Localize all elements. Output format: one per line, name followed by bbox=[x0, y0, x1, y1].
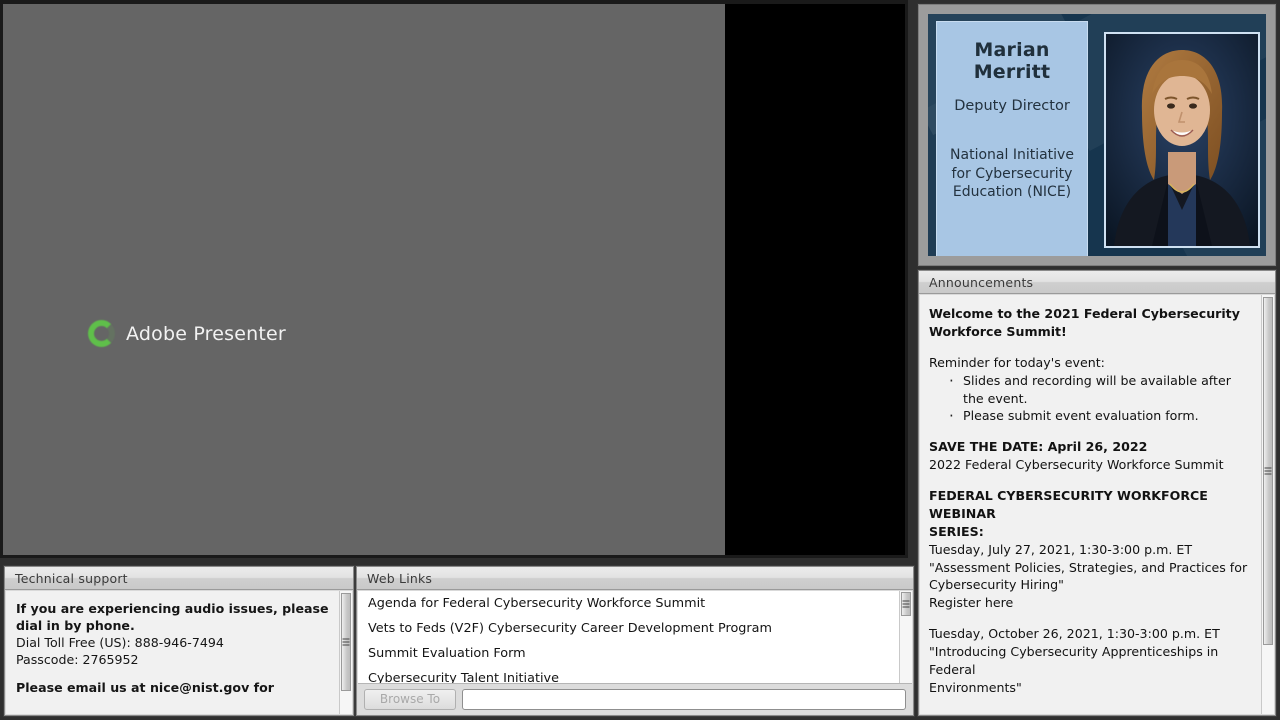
announcements-pod-title: Announcements bbox=[919, 271, 1275, 294]
presenter-org-line2: for Cybersecurity bbox=[951, 165, 1073, 182]
announcement-webinar1-date: Tuesday, July 27, 2021, 1:30-3:00 p.m. E… bbox=[929, 541, 1193, 557]
web-link-item[interactable]: Cybersecurity Talent Initiative bbox=[358, 666, 912, 683]
announcement-webinar1-title-1: "Assessment Policies, Strategies, and Pr… bbox=[929, 559, 1248, 575]
announcement-save-the-date: SAVE THE DATE: April 26, 2022 bbox=[929, 439, 1148, 455]
technical-support-scrollbar-thumb[interactable] bbox=[341, 593, 351, 691]
list-item: Slides and recording will be available a… bbox=[947, 371, 1254, 408]
announcement-webinar2-date: Tuesday, October 26, 2021, 1:30-3:00 p.m… bbox=[929, 626, 1220, 642]
technical-support-text: If you are experiencing audio issues, pl… bbox=[6, 591, 352, 696]
presenter-org-line1: National Initiative bbox=[950, 146, 1074, 163]
web-links-url-input[interactable] bbox=[462, 688, 906, 710]
announcement-webinar-heading-2: SERIES: bbox=[929, 523, 984, 539]
web-links-list[interactable]: Agenda for Federal Cybersecurity Workfor… bbox=[358, 591, 912, 683]
tech-support-line2: Dial Toll Free (US): 888-946-7494 bbox=[16, 635, 224, 650]
announcement-webinar1-register-link[interactable]: Register here bbox=[929, 594, 1254, 612]
announcements-pod[interactable]: Announcements Welcome to the 2021 Federa… bbox=[918, 270, 1276, 716]
announcements-body[interactable]: Welcome to the 2021 Federal Cybersecurit… bbox=[920, 295, 1274, 714]
tech-support-line4: Please email us at nice@nist.gov for bbox=[16, 680, 275, 695]
presenter-title: Deputy Director bbox=[954, 97, 1070, 114]
announcements-text: Welcome to the 2021 Federal Cybersecurit… bbox=[920, 295, 1274, 697]
presenter-headshot bbox=[1104, 32, 1260, 248]
announcement-webinar2-title-1: "Introducing Cybersecurity Apprenticeshi… bbox=[929, 644, 1219, 677]
technical-support-pod[interactable]: Technical support If you are experiencin… bbox=[4, 566, 354, 716]
announcements-scrollbar-thumb[interactable] bbox=[1263, 297, 1273, 645]
headshot-illustration bbox=[1106, 34, 1258, 246]
web-links-scrollbar[interactable] bbox=[899, 591, 912, 683]
web-links-body[interactable]: Agenda for Federal Cybersecurity Workfor… bbox=[358, 591, 912, 714]
presenter-info-card: Marian Merritt Deputy Director National … bbox=[936, 21, 1088, 256]
loader-label: Adobe Presenter bbox=[126, 322, 286, 345]
technical-support-scrollbar[interactable] bbox=[339, 591, 352, 714]
web-link-item[interactable]: Vets to Feds (V2F) Cybersecurity Career … bbox=[358, 616, 912, 641]
announcement-webinar1-title-2: Cybersecurity Hiring" bbox=[929, 577, 1064, 593]
web-links-toolbar: Browse To bbox=[358, 683, 912, 714]
presenter-name-line2: Merritt bbox=[973, 60, 1051, 83]
announcement-reminder-list: Slides and recording will be available a… bbox=[947, 371, 1254, 428]
presenter-name-line1: Marian bbox=[974, 39, 1050, 61]
browse-to-button[interactable]: Browse To bbox=[364, 688, 456, 710]
web-links-scrollbar-thumb[interactable] bbox=[901, 592, 911, 616]
announcement-webinar-heading-1: FEDERAL CYBERSECURITY WORKFORCE WEBINAR bbox=[929, 488, 1208, 521]
presenter-org-line3: Education (NICE) bbox=[952, 184, 1072, 201]
announcement-webinar2-title-2: Environments" bbox=[929, 679, 1022, 695]
tech-support-line1: If you are experiencing audio issues, pl… bbox=[16, 601, 329, 633]
technical-support-pod-title: Technical support bbox=[5, 567, 353, 590]
share-pod-canvas[interactable]: Adobe Presenter bbox=[3, 4, 725, 555]
technical-support-body[interactable]: If you are experiencing audio issues, pl… bbox=[6, 591, 352, 714]
announcement-reminder-heading: Reminder for today's event: bbox=[929, 354, 1105, 370]
list-item: Please submit event evaluation form. bbox=[947, 406, 1254, 427]
tech-support-line3: Passcode: 2765952 bbox=[16, 652, 139, 667]
share-pod[interactable]: Adobe Presenter bbox=[0, 0, 908, 558]
share-pod-letterbox bbox=[725, 4, 905, 555]
web-link-item[interactable]: Summit Evaluation Form bbox=[358, 641, 912, 666]
web-links-pod-title: Web Links bbox=[357, 567, 913, 590]
scrollbar-grip-icon bbox=[902, 600, 910, 608]
meeting-stage: Adobe Presenter Marian Merritt Deputy Di… bbox=[0, 0, 1280, 720]
slide-canvas: Marian Merritt Deputy Director National … bbox=[928, 14, 1266, 256]
scrollbar-grip-icon bbox=[1264, 467, 1272, 475]
web-link-item[interactable]: Agenda for Federal Cybersecurity Workfor… bbox=[358, 591, 912, 616]
adobe-presenter-loader: Adobe Presenter bbox=[88, 320, 286, 347]
presenter-slide-pod[interactable]: Marian Merritt Deputy Director National … bbox=[918, 4, 1276, 266]
announcement-save-the-date-sub: 2022 Federal Cybersecurity Workforce Sum… bbox=[929, 457, 1224, 473]
announcements-scrollbar[interactable] bbox=[1261, 295, 1274, 714]
loading-spinner-icon bbox=[88, 320, 115, 347]
scrollbar-grip-icon bbox=[342, 638, 350, 646]
announcement-welcome: Welcome to the 2021 Federal Cybersecurit… bbox=[929, 306, 1240, 339]
web-links-pod[interactable]: Web Links Agenda for Federal Cybersecuri… bbox=[356, 566, 914, 716]
